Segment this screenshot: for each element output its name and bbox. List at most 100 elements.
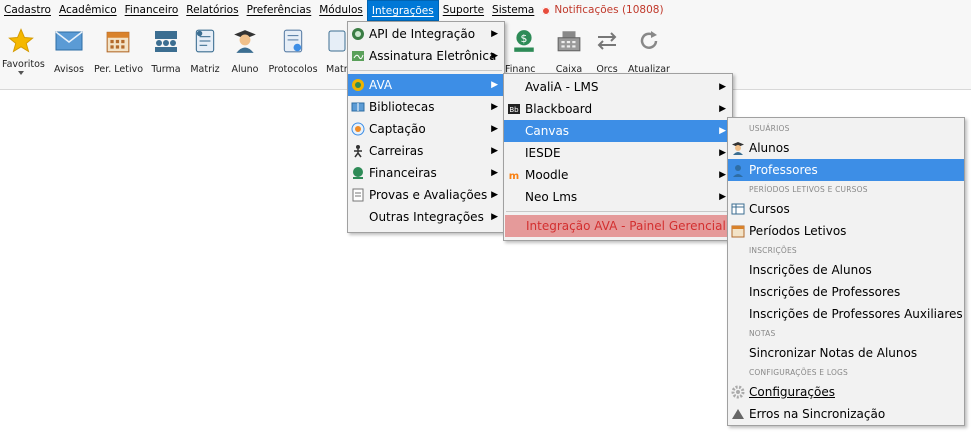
chevron-right-icon: ▶ [491,29,498,39]
menu-item-provas-avaliacoes[interactable]: Provas e Avaliações ▶ [348,184,504,206]
menu-item-label: Carreiras [369,144,424,158]
menu-item-label: Bibliotecas [369,100,435,114]
menu-item-label: Canvas [525,124,570,138]
toolbar-label: Turma [151,64,181,75]
menu-item-cursos[interactable]: Cursos [728,198,964,220]
menu-item-ava[interactable]: AVA ▶ [348,74,504,96]
calendar-icon [731,225,745,238]
exam-icon [352,188,364,202]
toolbar-favoritos-button[interactable]: Favoritos [2,25,45,85]
menu-item-moodle[interactable]: m Moodle ▶ [504,164,732,186]
svg-text:$: $ [521,32,528,45]
menu-item-configuracoes[interactable]: Configurações [728,381,964,403]
table-icon [731,203,745,215]
chevron-right-icon: ▶ [491,51,498,61]
menu-item-assinatura-eletronica[interactable]: Assinatura Eletrônica ▶ [348,45,504,67]
moodle-icon: m [509,171,519,182]
toolbar-label: Favoritos [2,59,45,70]
menu-item-canvas[interactable]: Canvas ▶ [504,120,732,142]
toolbar-label: Matr [326,64,348,75]
student-icon [234,30,256,53]
chevron-right-icon: ▶ [491,102,498,112]
toolbar-label: Protocolos [268,64,318,75]
menu-item-label: Professores [749,163,818,177]
menu-financeiro[interactable]: Financeiro [121,0,183,21]
menu-item-painel-gerencial[interactable]: Integração AVA - Painel Gerencial [505,215,731,237]
menu-item-inscricoes-alunos[interactable]: Inscrições de Alunos [728,259,964,281]
document-icon [195,29,215,53]
menu-suporte[interactable]: Suporte [439,0,488,21]
menu-item-label: Cursos [749,202,790,216]
menu-academico[interactable]: Acadêmico [55,0,121,21]
menu-item-api-integracao[interactable]: API de Integração ▶ [348,23,504,45]
menu-relatorios[interactable]: Relatórios [182,0,242,21]
menu-item-label: Provas e Avaliações [369,188,488,202]
ava-icon [352,79,364,91]
menu-item-outras-integracoes[interactable]: Outras Integrações ▶ [348,206,504,228]
menu-item-label: API de Integração [369,27,476,41]
menu-integracoes[interactable]: Integrações [366,0,439,21]
menu-item-label: Blackboard [525,102,593,116]
chevron-right-icon: ▶ [491,146,498,156]
menu-item-periodos-letivos[interactable]: Períodos Letivos [728,220,964,242]
chevron-right-icon: ▶ [719,170,726,180]
menu-sistema[interactable]: Sistema [488,0,538,21]
menu-item-label: Moodle [525,168,569,182]
toolbar-matriz-button[interactable]: Matriz [188,25,222,85]
menu-item-label: Sincronizar Notas de Alunos [749,346,918,360]
career-icon [354,145,362,158]
refresh-icon [640,31,658,49]
toolbar-per-letivo-button[interactable]: Per. Letivo [94,25,144,85]
gear-icon [731,385,745,399]
menu-preferencias[interactable]: Preferências [243,0,316,21]
library-icon [351,102,365,112]
toolbar-matricula-button[interactable]: Matr [326,25,348,85]
api-icon [352,28,364,40]
menu-item-bibliotecas[interactable]: Bibliotecas ▶ [348,96,504,118]
menu-item-professores[interactable]: Professores [728,159,964,181]
menu-cadastro[interactable]: Cadastro [0,0,55,21]
toolbar-avisos-button[interactable]: Avisos [51,25,87,85]
menu-item-erros-sincronizacao[interactable]: Erros na Sincronização [728,403,964,425]
canvas-submenu: USUÁRIOS Alunos Professores PERÍODOS LET… [727,117,965,426]
menu-separator [506,211,730,212]
toolbar-label: Per. Letivo [94,64,144,75]
menu-item-label: Assinatura Eletrônica [369,49,497,63]
section-header: CONFIGURAÇÕES E LOGS [749,368,849,377]
chevron-right-icon: ▶ [491,124,498,134]
section-header: PERÍODOS LETIVOS E CURSOS [749,185,868,194]
warning-icon [732,409,744,419]
menu-item-label: Períodos Letivos [749,224,847,238]
menu-modulos[interactable]: Módulos [315,0,367,21]
menu-item-financeiras[interactable]: Financeiras ▶ [348,162,504,184]
menu-item-captacao[interactable]: Captação ▶ [348,118,504,140]
chevron-right-icon: ▶ [491,190,498,200]
menu-item-label: Neo Lms [525,190,578,204]
menu-item-sincronizar-notas[interactable]: Sincronizar Notas de Alunos [728,342,964,364]
menu-item-avalia-lms[interactable]: AvaliA - LMS ▶ [504,76,732,98]
blackboard-icon: Bb [508,104,520,114]
menu-item-neo-lms[interactable]: Neo Lms ▶ [504,186,732,208]
menu-item-inscricoes-professores[interactable]: Inscrições de Professores [728,281,964,303]
teacher-icon [733,165,743,177]
money-icon: $ [514,30,534,52]
chevron-right-icon: ▶ [719,126,726,136]
integracoes-dropdown: API de Integração ▶ Assinatura Eletrônica… [347,21,505,233]
toolbar-protocolos-button[interactable]: Protocolos [267,25,319,85]
menu-item-alunos[interactable]: Alunos [728,137,964,159]
signature-icon [352,51,364,61]
envelope-icon [55,31,83,51]
section-header: INSCRIÇÕES [749,246,797,255]
notifications-menu[interactable]: Notificações (10808) [538,0,667,21]
target-icon [351,122,365,136]
toolbar-turma-button[interactable]: Turma [149,25,183,85]
menu-item-iesde[interactable]: IESDE ▶ [504,142,732,164]
menu-item-label: IESDE [525,146,561,160]
menu-item-blackboard[interactable]: Bb Blackboard ▶ [504,98,732,120]
menu-item-label: Erros na Sincronização [749,407,886,421]
menu-item-carreiras[interactable]: Carreiras ▶ [348,140,504,162]
menu-item-inscricoes-prof-aux[interactable]: Inscrições de Professores Auxiliares [728,303,964,325]
toolbar-aluno-button[interactable]: Aluno [228,25,262,85]
money-icon [353,167,363,179]
menu-item-label: Configurações [749,385,835,399]
